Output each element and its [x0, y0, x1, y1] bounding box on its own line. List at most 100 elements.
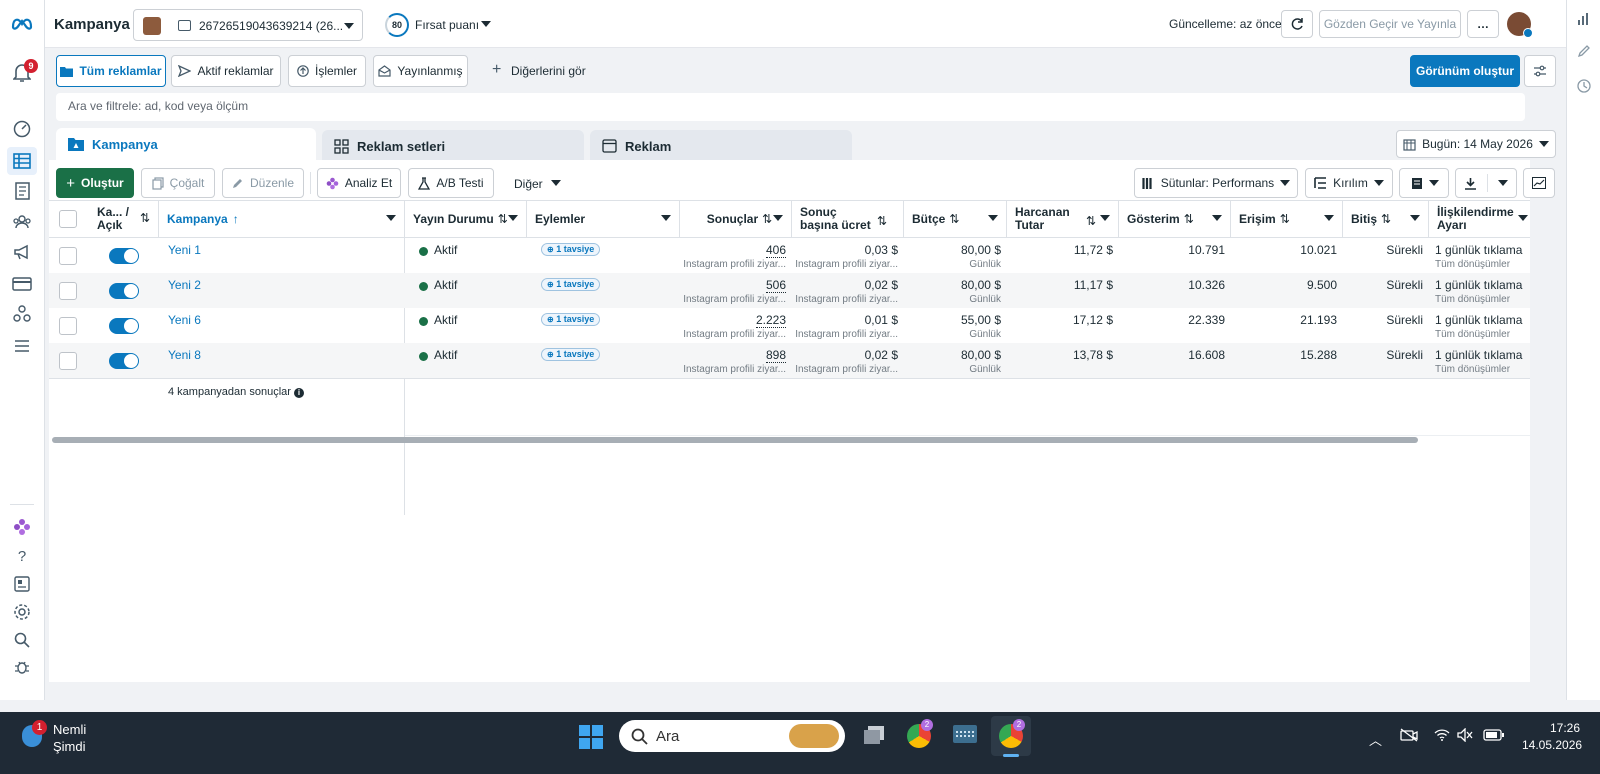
header-reach[interactable]: Erişim ⇅ — [1231, 200, 1343, 238]
date-range-picker[interactable]: Bugün: 14 May 2026 — [1396, 130, 1556, 158]
row-checkbox[interactable] — [59, 282, 77, 300]
campaign-name-link[interactable]: Yeni 1 — [168, 243, 201, 257]
windows-start-icon[interactable] — [579, 725, 603, 749]
results-value-cell[interactable]: 506 — [680, 278, 786, 293]
tab-ads[interactable]: Reklam — [590, 130, 852, 162]
campaign-on-off-toggle[interactable] — [109, 318, 139, 334]
view-settings-button[interactable] — [1524, 55, 1556, 87]
clock-date[interactable]: 14.05.2026 — [1522, 738, 1582, 752]
header-results[interactable]: Sonuçlar ⇅ — [680, 200, 792, 238]
account-selector[interactable]: 26726519043639214 (26... — [133, 9, 363, 41]
history-clock-icon[interactable] — [1577, 79, 1591, 93]
create-view-button[interactable]: Görünüm oluştur — [1410, 55, 1520, 87]
battery-icon[interactable] — [1483, 729, 1505, 741]
header-campaign[interactable]: Kampanya ↑ — [159, 200, 405, 238]
tab-campaign[interactable]: Kampanya — [56, 128, 316, 160]
chart-icon[interactable] — [1577, 12, 1591, 26]
camera-off-icon[interactable] — [1400, 728, 1418, 742]
all-tools-menu-icon[interactable] — [11, 335, 33, 357]
charts-toggle-button[interactable] — [1523, 168, 1555, 198]
other-dropdown[interactable]: Diğer — [514, 177, 543, 191]
header-cost-per-result[interactable]: Sonuç başına ücret ⇅ — [792, 200, 904, 238]
meta-ai-flower-icon[interactable] — [11, 516, 33, 538]
results-value-cell[interactable]: 898 — [680, 348, 786, 363]
row-checkbox[interactable] — [59, 317, 77, 335]
header-budget[interactable]: Bütçe ⇅ — [904, 200, 1007, 238]
wifi-icon[interactable] — [1434, 728, 1450, 741]
campaign-on-off-toggle[interactable] — [109, 353, 139, 369]
taskbar-search[interactable]: Ara — [619, 720, 845, 752]
help-icon[interactable]: ? — [11, 545, 33, 567]
campaign-on-off-toggle[interactable] — [109, 283, 139, 299]
chevron-up-icon[interactable]: ︿ — [1369, 730, 1382, 749]
search-icon[interactable] — [11, 629, 33, 651]
horizontal-scrollbar[interactable] — [52, 437, 1418, 443]
duplicate-button[interactable]: Çoğalt — [141, 168, 215, 198]
reports-icon[interactable] — [11, 180, 33, 202]
budget-value[interactable]: 80,00 $ — [904, 278, 1001, 292]
header-status[interactable]: Yayın Durumu ⇅ — [405, 200, 527, 238]
header-actions[interactable]: Eylemler — [527, 200, 680, 238]
weather-title[interactable]: Nemli — [53, 722, 86, 737]
header-end[interactable]: Bitiş ⇅ — [1343, 200, 1429, 238]
header-toggle[interactable]: Ka... / Açık ⇅ — [89, 200, 159, 238]
header-amount-spent[interactable]: Harcanan Tutar ⇅ — [1007, 200, 1119, 238]
filter-actions[interactable]: İşlemler — [288, 55, 366, 87]
task-view-icon[interactable] — [862, 724, 888, 746]
row-checkbox[interactable] — [59, 352, 77, 370]
budget-value[interactable]: 55,00 $ — [904, 313, 1001, 327]
opportunity-score-label[interactable]: Fırsat puanı — [415, 18, 479, 32]
meta-logo-icon[interactable] — [11, 12, 33, 34]
breakdown-dropdown[interactable]: Kırılım — [1305, 168, 1393, 198]
search-filter-input[interactable]: Ara ve filtrele: ad, kod veya ölçüm — [56, 93, 1525, 121]
chevron-down-icon[interactable] — [551, 180, 561, 186]
audiences-icon[interactable] — [11, 211, 33, 233]
columns-dropdown[interactable]: Sütunlar: Performans — [1134, 168, 1298, 198]
header-attribution[interactable]: İlişkilendirme Ayarı — [1429, 200, 1530, 238]
campaign-on-off-toggle[interactable] — [109, 248, 139, 264]
analyze-button[interactable]: Analiz Et — [317, 168, 401, 198]
header-impressions[interactable]: Gösterim ⇅ — [1119, 200, 1231, 238]
results-value-cell[interactable]: 2.223 — [680, 313, 786, 328]
news-icon[interactable] — [11, 573, 33, 595]
review-publish-button[interactable]: Gözden Geçir ve Yayınla — [1319, 10, 1461, 38]
recommendation-badge[interactable]: ⊕ 1 tavsiye — [541, 278, 601, 291]
edit-pencil-icon[interactable] — [1577, 44, 1591, 58]
export-dropdown[interactable] — [1455, 168, 1517, 198]
campaign-name-link[interactable]: Yeni 2 — [168, 278, 201, 292]
see-more-filters[interactable]: Diğerlerini gör — [511, 64, 586, 78]
more-options-button[interactable]: … — [1467, 10, 1499, 38]
filter-all-ads[interactable]: Tüm reklamlar — [56, 55, 166, 87]
recommendation-badge[interactable]: ⊕ 1 tavsiye — [541, 348, 601, 361]
billing-card-icon[interactable] — [11, 273, 33, 295]
info-icon[interactable]: i — [293, 388, 304, 398]
campaign-name-link[interactable]: Yeni 8 — [168, 348, 201, 362]
weather-subtitle[interactable]: Şimdi — [53, 739, 86, 754]
campaign-megaphone-icon[interactable] — [11, 241, 33, 263]
recommendation-badge[interactable]: ⊕ 1 tavsiye — [541, 243, 601, 256]
volume-muted-icon[interactable] — [1457, 728, 1473, 742]
filter-published[interactable]: Yayınlanmış — [373, 55, 468, 87]
bug-report-icon[interactable] — [11, 656, 33, 678]
dashboard-icon[interactable] — [11, 118, 33, 140]
ab-test-button[interactable]: A/B Testi — [408, 168, 494, 198]
chevron-down-icon[interactable] — [481, 21, 491, 27]
business-settings-icon[interactable] — [11, 303, 33, 325]
clock-time[interactable]: 17:26 — [1550, 721, 1580, 735]
recommendation-badge[interactable]: ⊕ 1 tavsiye — [541, 313, 601, 326]
edit-button[interactable]: Düzenle — [222, 168, 304, 198]
row-checkbox[interactable] — [59, 247, 77, 265]
reports-dropdown[interactable] — [1399, 168, 1449, 198]
budget-value[interactable]: 80,00 $ — [904, 348, 1001, 362]
refresh-button[interactable] — [1281, 10, 1313, 38]
keyboard-app-icon[interactable] — [952, 724, 978, 746]
tab-ad-sets[interactable]: Reklam setleri — [322, 130, 584, 162]
campaign-name-link[interactable]: Yeni 6 — [168, 313, 201, 327]
select-all-checkbox[interactable] — [59, 210, 77, 228]
opportunity-score-gauge[interactable]: 80 — [385, 13, 409, 37]
results-value-cell[interactable]: 406 — [680, 243, 786, 258]
settings-gear-icon[interactable] — [11, 601, 33, 623]
create-button[interactable]: + Oluştur — [56, 168, 134, 198]
ads-manager-table-icon[interactable] — [7, 147, 37, 175]
filter-active-ads[interactable]: Aktif reklamlar — [171, 55, 281, 87]
